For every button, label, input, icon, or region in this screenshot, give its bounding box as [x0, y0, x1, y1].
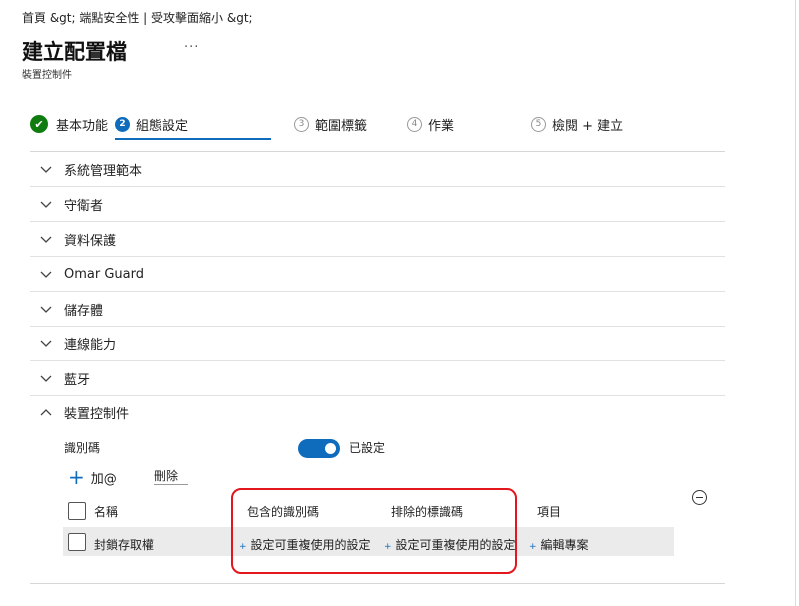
remove-icon[interactable] — [692, 490, 707, 505]
section-label: 守衛者 — [64, 198, 104, 214]
delete-button[interactable]: 刪除 — [154, 467, 178, 484]
step-label: 檢閱 + 建立 — [552, 118, 624, 134]
section-label: 連線能力 — [64, 337, 117, 353]
section-device-control[interactable]: 裝置控制件 — [30, 395, 725, 430]
chevron-up-icon — [40, 408, 52, 415]
select-all-checkbox[interactable] — [68, 502, 86, 520]
step-number-icon: 3 — [294, 116, 309, 132]
step-label: 基本功能 — [56, 118, 109, 134]
step-scope-tags[interactable]: 3 範圍標籤 — [294, 112, 367, 136]
step-assignments[interactable]: 4 作業 — [407, 112, 454, 136]
section-label: Omar Guard — [64, 266, 144, 282]
chevron-down-icon — [40, 201, 52, 208]
step-label: 範圍標籤 — [315, 118, 368, 134]
step-number-icon: 4 — [407, 116, 422, 132]
chevron-down-icon — [40, 306, 52, 313]
window-edge — [795, 0, 796, 606]
step-label: 作業 — [428, 118, 455, 134]
section-label: 裝置控制件 — [64, 407, 130, 422]
more-options-icon[interactable]: ··· — [184, 40, 199, 55]
chevron-down-icon — [40, 340, 52, 347]
plus-icon: + — [68, 465, 85, 489]
active-step-indicator — [115, 138, 271, 140]
step-number-icon: 2 — [115, 116, 130, 132]
plus-icon: + — [529, 542, 537, 552]
chevron-down-icon — [40, 236, 52, 243]
step-review-create[interactable]: 5 檢閱 + 建立 — [531, 112, 623, 136]
section-administrative-templates[interactable]: 系統管理範本 — [30, 152, 725, 187]
section-connectivity[interactable]: 連線能力 — [30, 326, 725, 361]
highlight-annotation — [231, 488, 517, 574]
section-label: 系統管理範本 — [64, 163, 143, 179]
row-name: 封鎖存取權 — [94, 538, 155, 552]
toggle-knob — [325, 443, 336, 454]
section-bluetooth[interactable]: 藍牙 — [30, 361, 725, 396]
section-omar-guard[interactable]: Omar Guard — [30, 257, 725, 292]
divider — [30, 583, 725, 584]
identifier-label: 識別碼 — [64, 441, 101, 455]
identifier-toggle[interactable] — [298, 439, 340, 458]
section-label: 資料保護 — [64, 233, 117, 249]
add-button[interactable]: + 加@ — [68, 467, 117, 487]
step-configuration-settings[interactable]: 2 組態設定 — [115, 112, 188, 136]
breadcrumb[interactable]: 首頁 &gt; 端點安全性 | 受攻擊面縮小 &gt; — [22, 9, 253, 26]
column-header-entries: 項目 — [537, 505, 562, 519]
column-header-name: 名稱 — [94, 505, 119, 519]
section-defender[interactable]: 守衛者 — [30, 187, 725, 222]
step-basics[interactable]: ✔ 基本功能 — [30, 112, 108, 136]
divider — [154, 484, 188, 485]
chevron-down-icon — [40, 271, 52, 278]
page-subtitle: 裝置控制件 — [22, 70, 72, 81]
edit-entries-link[interactable]: + 編輯專案 — [529, 536, 589, 553]
step-label: 組態設定 — [136, 118, 189, 134]
section-label: 儲存體 — [64, 303, 104, 319]
section-storage[interactable]: 儲存體 — [30, 292, 725, 327]
section-data-protection[interactable]: 資料保護 — [30, 222, 725, 257]
row-checkbox[interactable] — [68, 533, 86, 551]
page-title: 建立配置檔 — [22, 40, 127, 64]
chevron-down-icon — [40, 166, 52, 173]
toggle-state-label: 已設定 — [349, 441, 386, 455]
chevron-down-icon — [40, 375, 52, 382]
step-number-icon: 5 — [531, 116, 546, 132]
add-label: 加@ — [90, 471, 117, 487]
checkmark-icon: ✔ — [30, 115, 48, 133]
section-label: 藍牙 — [64, 372, 91, 388]
link-label: 編輯專案 — [540, 538, 589, 552]
